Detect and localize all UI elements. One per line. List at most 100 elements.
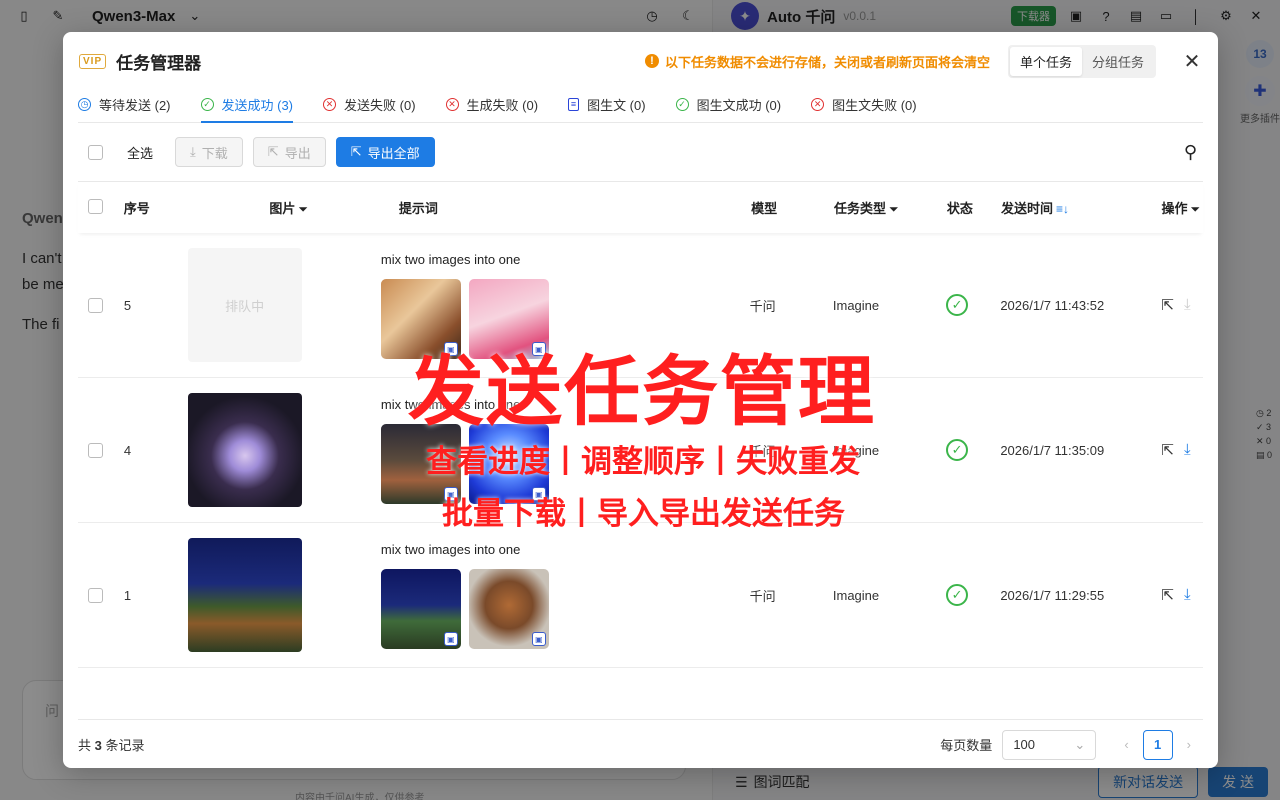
clock-icon: ◷	[78, 97, 91, 111]
row-status: ✓	[946, 294, 1000, 316]
select-all-label[interactable]: 全选	[127, 143, 153, 162]
modal-header: VIP 任务管理器 ! 以下任务数据不会进行存储，关闭或者刷新页面将会清空 单个…	[79, 44, 1202, 78]
notice-text: 以下任务数据不会进行存储，关闭或者刷新页面将会清空	[664, 54, 990, 70]
col-model: 模型	[751, 201, 778, 216]
image-icon: ▣	[531, 632, 546, 646]
tab-label: 生成失败 (0)	[466, 97, 539, 113]
download-icon[interactable]: ⤓	[1184, 586, 1191, 604]
col-image-label: 图片	[269, 201, 296, 216]
row-checkbox[interactable]	[88, 442, 103, 458]
row-checkbox[interactable]	[88, 297, 103, 313]
tab-img2text-success[interactable]: ✓ 图生文成功 (0)	[675, 86, 782, 122]
check-circle-icon: ✓	[675, 97, 689, 111]
modal-title: 任务管理器	[116, 53, 202, 73]
close-icon[interactable]: ✕	[1182, 49, 1202, 74]
download-icon: ⤓	[1183, 296, 1191, 313]
download-icon: ⤓	[190, 144, 196, 159]
export-button[interactable]: ⇱ 导出	[252, 137, 326, 167]
prev-page-icon[interactable]: ‹	[1124, 737, 1128, 752]
col-time-label: 发送时间	[1000, 201, 1053, 216]
filter-icon[interactable]: ⏷	[1191, 202, 1201, 216]
prompt-cell: mix two images into one ▣ ▣	[362, 523, 750, 649]
storage-notice: ! 以下任务数据不会进行存储，关闭或者刷新页面将会清空	[644, 52, 990, 71]
search-icon[interactable]: ⚲	[1184, 142, 1197, 163]
promo-line-1: 查看进度丨调整顺序丨失败重发	[426, 444, 860, 480]
col-time: 发送时间 ≡↓	[1001, 198, 1150, 217]
check-circle-icon: ✓	[200, 97, 214, 111]
reference-image[interactable]: ▣	[380, 569, 461, 649]
row-time: 2026/1/7 11:29:55	[1000, 587, 1105, 603]
task-mode-switch: 单个任务 分组任务	[1007, 44, 1156, 78]
download-icon[interactable]: ⤓	[1184, 441, 1191, 459]
result-image[interactable]	[187, 538, 302, 652]
row-actions: ⇱ ⤓	[1149, 296, 1203, 314]
open-external-icon[interactable]: ⇱	[1161, 296, 1174, 314]
filter-icon[interactable]: ⏷	[889, 202, 899, 216]
row-actions: ⇱ ⤓	[1149, 441, 1203, 459]
pagination: ‹ 1 ›	[1124, 729, 1191, 760]
export-label: 导出	[284, 145, 311, 161]
tab-send-success[interactable]: ✓ 发送成功 (3)	[200, 86, 294, 123]
export-icon: ⇱	[350, 144, 362, 159]
row-no: 1	[123, 587, 132, 603]
row-no: 4	[123, 442, 132, 458]
x-circle-icon: ✕	[811, 97, 825, 111]
tab-single-task[interactable]: 单个任务	[1009, 46, 1082, 76]
sort-icon[interactable]: ≡↓	[1056, 202, 1069, 216]
result-image-queued: 排队中	[187, 248, 302, 362]
chevron-down-icon: ⌄	[1074, 736, 1086, 752]
select-all-checkbox[interactable]	[88, 144, 103, 160]
table-footer: 共 3 条记录 每页数量 100 ⌄ ‹ 1 ›	[78, 719, 1203, 769]
row-time: 2026/1/7 11:43:52	[1000, 297, 1105, 313]
row-model: 千问	[749, 588, 776, 604]
row-status: ✓	[946, 439, 1000, 461]
total-suffix: 条记录	[105, 738, 145, 753]
tab-generate-failed[interactable]: ✕ 生成失败 (0)	[445, 86, 539, 122]
prompt-text: mix two images into one	[380, 542, 521, 557]
open-external-icon[interactable]: ⇱	[1161, 586, 1174, 604]
export-all-button[interactable]: ⇱ 导出全部	[335, 137, 435, 167]
col-image: 图片 ⏷	[187, 198, 364, 217]
x-circle-icon: ✕	[323, 97, 337, 111]
page-number[interactable]: 1	[1142, 729, 1173, 760]
row-type: Imagine	[832, 587, 880, 603]
col-type: 任务类型 ⏷	[834, 198, 947, 217]
per-page-value: 100	[1013, 737, 1036, 752]
promo-headline: 发送任务管理	[408, 347, 876, 436]
filter-icon[interactable]: ⏷	[298, 202, 308, 216]
tab-waiting[interactable]: ◷ 等待发送 (2)	[78, 86, 171, 122]
tab-img2text-failed[interactable]: ✕ 图生文失败 (0)	[811, 86, 917, 122]
tab-group-task[interactable]: 分组任务	[1082, 47, 1154, 76]
download-button[interactable]: ⤓ 下载	[175, 137, 243, 167]
reference-image[interactable]: ▣	[468, 569, 549, 649]
row-status: ✓	[946, 584, 1000, 606]
row-time: 2026/1/7 11:35:09	[1000, 442, 1105, 458]
x-circle-icon: ✕	[445, 97, 459, 111]
col-type-label: 任务类型	[834, 201, 887, 216]
row-model: 千问	[749, 298, 776, 314]
col-status: 状态	[946, 201, 973, 216]
tab-label: 发送成功 (3)	[221, 97, 294, 113]
prompt-text: mix two images into one	[380, 252, 521, 267]
tab-label: 图生文 (0)	[587, 97, 646, 113]
tab-send-failed[interactable]: ✕ 发送失败 (0)	[323, 86, 416, 122]
per-page-select[interactable]: 100 ⌄	[1002, 729, 1097, 760]
open-external-icon[interactable]: ⇱	[1161, 441, 1174, 459]
row-checkbox[interactable]	[88, 587, 103, 603]
col-no: 序号	[123, 201, 150, 216]
header-checkbox[interactable]	[88, 198, 103, 214]
success-icon: ✓	[946, 439, 969, 461]
row-actions: ⇱ ⤓	[1149, 586, 1203, 604]
table-header: 序号 图片 ⏷ 提示词 模型 任务类型 ⏷ 状态 发送时间 ≡↓ 操作 ⏷	[78, 181, 1203, 233]
download-label: 下载	[201, 145, 228, 161]
next-page-icon[interactable]: ›	[1187, 737, 1191, 752]
tab-label: 图生文成功 (0)	[696, 97, 782, 113]
result-image[interactable]	[187, 393, 302, 507]
col-ops-label: 操作	[1161, 201, 1188, 216]
per-page-label: 每页数量	[940, 738, 993, 753]
total-prefix: 共	[78, 738, 92, 753]
document-icon: ≡	[568, 97, 580, 111]
tab-label: 发送失败 (0)	[344, 97, 416, 113]
tab-label: 图生文失败 (0)	[832, 97, 917, 113]
tab-img2text[interactable]: ≡ 图生文 (0)	[568, 86, 646, 122]
